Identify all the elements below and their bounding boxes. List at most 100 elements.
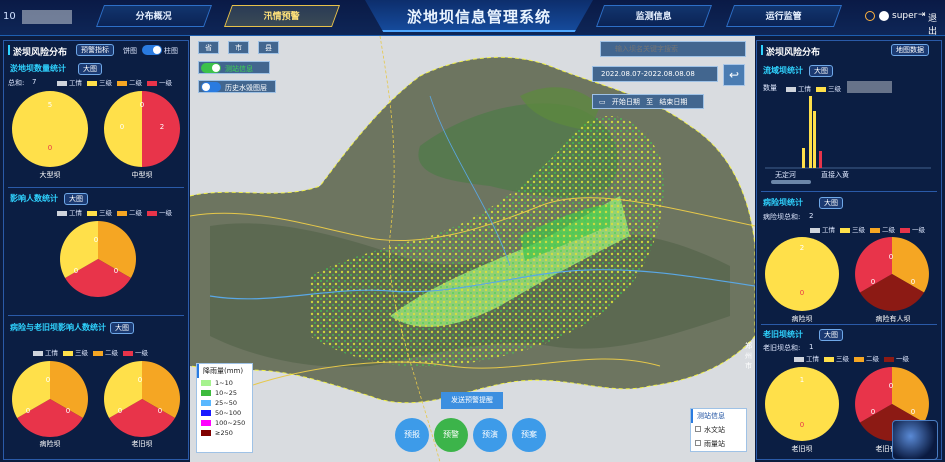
station-legend-item-rain[interactable]: 雨量站 <box>691 437 746 451</box>
right-panel: 淤坝风险分布 地图数据 流域坝统计 大图 数量 工情 三级 无定河 直接入黄 病险… <box>756 40 942 460</box>
right-panel-title: 淤坝风险分布 <box>766 48 821 58</box>
right-sec3-title: 老旧坝统计 <box>763 330 803 339</box>
left-sec1-big-button[interactable]: 大图 <box>78 63 102 75</box>
pie-large-caption: 大型坝 <box>39 171 61 179</box>
logout-icon[interactable]: ⇥ <box>918 10 926 20</box>
history-layer-toggle[interactable] <box>201 82 221 92</box>
tab-operation[interactable]: 运行监管 <box>725 5 843 27</box>
pie-large-value-a: 5 <box>47 101 53 109</box>
pie-risky-value-a: 0 <box>45 376 51 384</box>
left-sec3-big-button[interactable]: 大图 <box>110 322 134 334</box>
page-title: 淤地坝信息管理系统 <box>406 8 551 26</box>
search-input[interactable] <box>600 41 746 57</box>
send-warning-button[interactable]: 发送预警提醒 <box>441 392 503 409</box>
right-legend-1: 工情 三级 <box>781 83 841 93</box>
date-picker[interactable]: ▭ 开始日期 至 结束日期 <box>592 94 704 109</box>
tab-flood-warning[interactable]: 汛情预警 <box>223 5 341 27</box>
calendar-icon: ▭ <box>599 98 606 106</box>
rehearsal-button[interactable]: 预演 <box>473 418 507 452</box>
rain-legend-item: 10~25 <box>197 388 252 398</box>
pie-people-value-c: 0 <box>73 267 79 275</box>
rain-legend-item: 25~50 <box>197 398 252 408</box>
title-banner: 淤地坝信息管理系统 <box>365 0 593 32</box>
pie-old-value-a: 0 <box>137 376 143 384</box>
level-city-button[interactable]: 市 <box>228 41 249 54</box>
level-province-button[interactable]: 省 <box>198 41 219 54</box>
history-layer-row: 历史水毁图层 <box>198 80 276 93</box>
pie-old-inhabited-value-c: 0 <box>870 408 876 416</box>
pie-old-dam-caption: 老旧坝 <box>791 445 813 453</box>
top-bar: 10 分布概况 汛情预警 淤地坝信息管理系统 监测信息 运行监管 super ⇥… <box>0 0 945 37</box>
pie-risky-caption: 病险坝 <box>39 440 61 448</box>
pie-old-value-b: 0 <box>157 407 163 415</box>
right-sec3-total-label: 老旧坝总和: <box>763 344 801 352</box>
station-toggle[interactable] <box>201 63 221 73</box>
header-left-text: 10 <box>3 11 16 22</box>
station-toggle-label: 测站信息 <box>225 65 253 73</box>
rain-legend-item: ≥250 <box>197 428 252 438</box>
left-sec2-big-button[interactable]: 大图 <box>64 193 88 205</box>
pie-medium-value-a: 0 <box>139 101 145 109</box>
right-sec2-big-button[interactable]: 大图 <box>819 197 843 209</box>
rain-swatch <box>201 430 211 436</box>
level-county-button[interactable]: 县 <box>258 41 279 54</box>
station-legend-item-hydro[interactable]: 水文站 <box>691 423 746 437</box>
warning-button[interactable]: 预警 <box>434 418 468 452</box>
map-data-button[interactable]: 地图数据 <box>891 44 929 56</box>
pie-risky-inhabited-value-c: 0 <box>870 278 876 286</box>
chart-type-toggle[interactable] <box>142 45 162 55</box>
city-label: 郑州市 <box>745 342 752 370</box>
pie-risky-value-c: 0 <box>25 407 31 415</box>
pie-risky-inhabited-caption: 病险有人坝 <box>875 315 911 323</box>
rain-legend-item: 1~10 <box>197 378 252 388</box>
pie-medium-value-b: 2 <box>159 123 165 131</box>
left-legend-2: 工情 三级 二级 一级 <box>52 207 172 217</box>
station-legend-title: 测站信息 <box>691 409 746 423</box>
logout-link[interactable]: 退出 <box>928 11 945 37</box>
bar-scrollbar[interactable] <box>771 180 811 184</box>
map-area[interactable]: 省 市 县 测站信息 历史水毁图层 2022.08.07-2022.08.08.… <box>190 36 755 462</box>
right-sec1-big-button[interactable]: 大图 <box>809 65 833 77</box>
right-sec2-total-value: 2 <box>809 212 814 220</box>
pie-risky-dam-caption: 病险坝 <box>791 315 813 323</box>
rain-legend-title: 降雨量(mm) <box>197 364 252 378</box>
pie-toggle-label: 饼图 <box>123 47 137 55</box>
globe-icon[interactable] <box>892 420 938 460</box>
history-layer-label: 历史水毁图层 <box>225 84 267 92</box>
right-sec2-title: 病险坝统计 <box>763 198 803 207</box>
left-sec2-title: 影响人数统计 <box>10 194 58 203</box>
alarm-clock-icon[interactable] <box>865 11 875 21</box>
station-legend: 测站信息 水文站 雨量站 <box>690 408 747 452</box>
rain-swatch <box>201 420 211 426</box>
bar-category-b: 直接入黄 <box>821 171 849 179</box>
rain-swatch <box>201 380 211 386</box>
pie-risky-dam-people <box>12 361 88 437</box>
user-icon <box>879 11 889 21</box>
pie-medium-value-c: 0 <box>119 123 125 131</box>
left-panel-title: 淤坝风险分布 <box>13 48 68 58</box>
rain-swatch <box>201 410 211 416</box>
left-sec3-title: 病险与老旧坝影响人数统计 <box>10 323 106 332</box>
pie-old-value-c: 0 <box>117 407 123 415</box>
tab-distribution[interactable]: 分布概况 <box>95 5 213 27</box>
left-legend-1: 工情 三级 二级 一级 <box>52 77 172 87</box>
rain-swatch <box>201 400 211 406</box>
plan-button[interactable]: 预案 <box>512 418 546 452</box>
date-range-display[interactable]: 2022.08.07-2022.08.08.08 <box>592 66 718 82</box>
pie-risky-inhabited <box>855 237 929 311</box>
pie-old-caption: 老旧坝 <box>131 440 153 448</box>
right-sec3-big-button[interactable]: 大图 <box>819 329 843 341</box>
rain-swatch <box>201 390 211 396</box>
start-date[interactable]: 开始日期 <box>612 98 640 106</box>
back-icon[interactable]: ↩ <box>723 64 745 86</box>
pie-old-inhabited-value-b: 0 <box>910 408 916 416</box>
right-sec2-total-label: 病险坝总和: <box>763 213 801 221</box>
pie-risky-dam-value-b: 0 <box>799 289 805 297</box>
left-sec1-total-value: 7 <box>32 78 37 86</box>
rain-legend-item: 100~250 <box>197 418 252 428</box>
blurred-legend <box>847 81 892 93</box>
forecast-button[interactable]: 预报 <box>395 418 429 452</box>
tab-monitoring[interactable]: 监测信息 <box>595 5 713 27</box>
warn-indicator-button[interactable]: 预警指标 <box>76 44 114 56</box>
end-date[interactable]: 结束日期 <box>659 98 687 106</box>
